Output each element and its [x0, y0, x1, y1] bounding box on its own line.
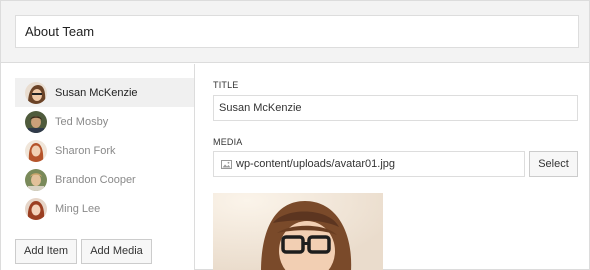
list-item[interactable]: Sharon Fork [15, 136, 194, 165]
avatar [25, 110, 47, 133]
list-item-label: Ted Mosby [55, 115, 109, 128]
item-detail-form: TITLE Susan McKenzie MEDIA wp-content/up… [196, 64, 589, 270]
media-preview-image [213, 193, 383, 270]
list-item[interactable]: Susan McKenzie [15, 78, 194, 107]
avatar [25, 81, 47, 104]
avatar [25, 197, 47, 220]
media-path-field[interactable]: wp-content/uploads/avatar01.jpg [213, 151, 525, 177]
image-icon [221, 160, 232, 169]
avatar [25, 168, 47, 191]
list-item[interactable]: Ming Lee [15, 194, 194, 223]
add-item-button[interactable]: Add Item [15, 239, 77, 264]
media-path-value: wp-content/uploads/avatar01.jpg [236, 158, 395, 170]
sidebar: Susan McKenzie Ted Mosby Sharon Fork Bra… [1, 64, 195, 270]
list-item-label: Susan McKenzie [55, 86, 138, 99]
select-media-button[interactable]: Select [529, 151, 578, 177]
title-field-label: TITLE [213, 80, 239, 90]
add-media-button[interactable]: Add Media [81, 239, 152, 264]
title-field[interactable]: Susan McKenzie [213, 95, 578, 121]
list-item-label: Ming Lee [55, 202, 101, 215]
list-item-label: Sharon Fork [55, 144, 116, 157]
list-item[interactable]: Ted Mosby [15, 107, 194, 136]
media-field-label: MEDIA [213, 137, 243, 147]
list-item-label: Brandon Cooper [55, 173, 136, 186]
header-bar: About Team [1, 1, 589, 63]
section-title-input[interactable]: About Team [15, 15, 579, 48]
avatar [25, 139, 47, 162]
team-member-list: Susan McKenzie Ted Mosby Sharon Fork Bra… [15, 78, 194, 223]
list-item[interactable]: Brandon Cooper [15, 165, 194, 194]
